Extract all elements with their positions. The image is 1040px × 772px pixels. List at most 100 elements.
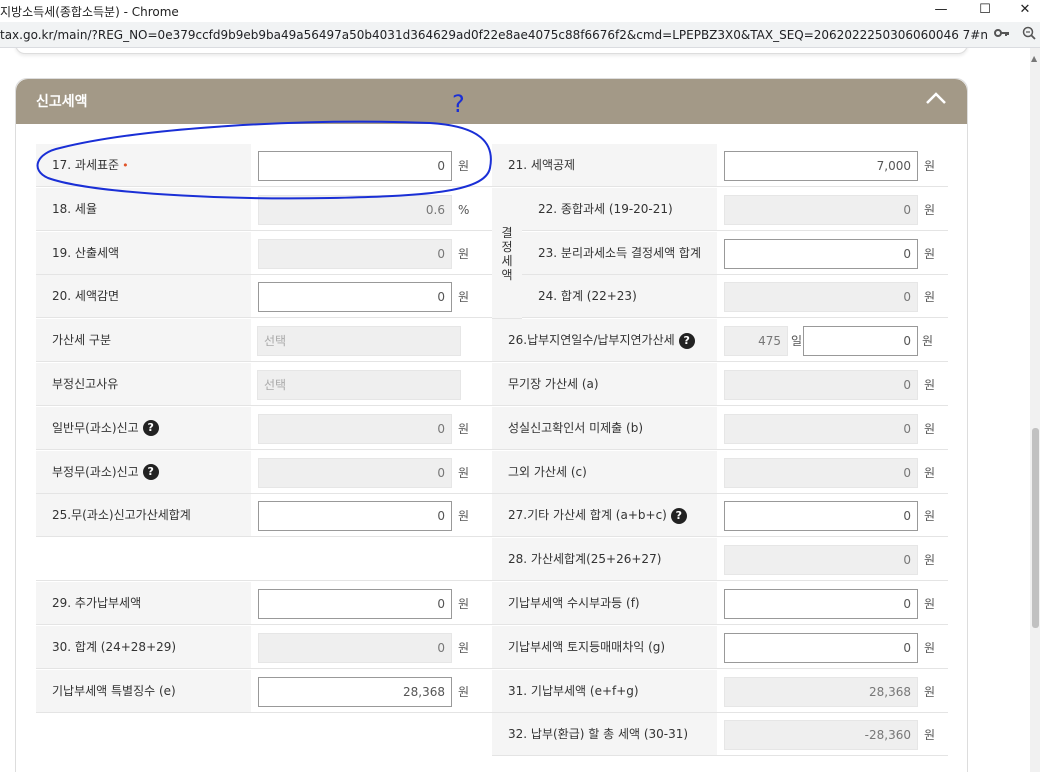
- unit-won: 원: [458, 246, 470, 261]
- left-field-8-value: 0: [258, 457, 452, 488]
- unit-won: 원: [924, 597, 936, 611]
- field-label-right-13: 31. 기납부세액 (e+f+g): [492, 669, 717, 713]
- field-label-text: 가산세 구분: [52, 333, 112, 348]
- field-label-right-1: 21. 세액공제: [492, 144, 717, 187]
- help-icon[interactable]: ?: [678, 332, 695, 349]
- required-marker: •: [122, 159, 129, 172]
- key-icon[interactable]: [994, 27, 1010, 43]
- right-field-9-input[interactable]: 0: [724, 501, 918, 532]
- unit-won: 원: [922, 334, 934, 349]
- field-label-text: 24. 합계 (22+23): [538, 289, 637, 304]
- field-label-text: 그외 가산세 (c): [508, 464, 587, 479]
- unit-won: 원: [458, 684, 470, 699]
- right-field-3-input[interactable]: 0: [724, 238, 918, 269]
- section-title: 신고세액: [36, 94, 88, 110]
- unit-won: 원: [924, 202, 936, 217]
- right-field-7-value: 0: [724, 413, 918, 444]
- field-label-right-7: 성실신고확인서 미제출 (b): [492, 406, 717, 450]
- late-days-field: 475: [724, 326, 788, 357]
- help-icon[interactable]: ?: [670, 507, 687, 524]
- group-label-char: 결: [501, 225, 513, 240]
- unit-won: 원: [924, 465, 936, 480]
- field-label-text: 무기장 가산세 (a): [508, 377, 599, 391]
- left-field-4-input[interactable]: 0: [258, 282, 452, 313]
- collapse-chevron-icon[interactable]: [921, 89, 951, 113]
- field-label-text: 28. 가산세합계(25+26+27): [508, 552, 662, 567]
- field-label-right-5: 26.납부지연일수/납부지연가산세?: [492, 319, 717, 363]
- determined-tax-group-label: 결정세액: [492, 187, 522, 320]
- tax-amount-section: 신고세액 17. 과세표준 • 0 원 18. 세율 0.6% 19. 산출세액 0 원 20. …: [15, 78, 968, 772]
- url-text[interactable]: tax.go.kr/main/?REG_NO=0e379ccfd9b9eb9ba…: [0, 28, 988, 42]
- unit-won: 원: [924, 290, 936, 305]
- field-label-right-14: 32. 납부(환급) 할 총 세액 (30-31): [492, 713, 717, 757]
- field-label-right-8: 그외 가산세 (c): [492, 450, 717, 494]
- section-header[interactable]: 신고세액: [16, 79, 967, 124]
- unit-won: 원: [924, 509, 936, 524]
- field-label-right-6: 무기장 가산세 (a): [492, 363, 717, 406]
- right-field-13-value: 28,368: [724, 676, 918, 707]
- field-label-text: 성실신고확인서 미제출 (b): [508, 420, 644, 435]
- field-label-right-12: 기납부세액 토지등매매차익 (g): [492, 625, 717, 669]
- left-field-7-value: 0: [258, 413, 452, 444]
- address-bar[interactable]: tax.go.kr/main/?REG_NO=0e379ccfd9b9eb9ba…: [0, 22, 1040, 48]
- field-label-left-8: 부정무(과소)신고?: [36, 450, 251, 494]
- field-label-text: 기납부세액 수시부과등 (f): [508, 596, 640, 610]
- right-field-1-input[interactable]: 7,000: [724, 151, 918, 181]
- empty-cell: [36, 538, 492, 582]
- group-label-char: 세: [501, 253, 513, 268]
- field-label-left-9: 25.무(과소)신고가산세합계: [36, 494, 251, 538]
- right-field-8-value: 0: [724, 457, 918, 488]
- previous-section-edge: [15, 48, 968, 54]
- left-field-3-value: 0: [258, 238, 452, 269]
- field-label-left-5: 가산세 구분: [36, 319, 251, 363]
- field-label-right-3: 23. 분리과세소득 결정세액 합계: [522, 231, 717, 275]
- late-penalty-input[interactable]: 0: [803, 326, 918, 357]
- right-field-4-value: 0: [724, 282, 918, 313]
- left-field-2-value: 0.6: [258, 194, 452, 225]
- field-label-text: 20. 세액감면: [52, 289, 120, 304]
- field-label-text: 일반무(과소)신고: [52, 420, 139, 435]
- group-label-char: 정: [501, 239, 513, 254]
- left-field-5-select[interactable]: 선택: [257, 326, 461, 357]
- zoom-icon[interactable]: [1022, 26, 1036, 44]
- field-label-text: 30. 합계 (24+28+29): [52, 639, 177, 654]
- unit-won: 원: [458, 640, 470, 655]
- close-button[interactable]: ✕: [1002, 0, 1040, 22]
- right-field-2-value: 0: [724, 194, 918, 225]
- field-label-left-1: 17. 과세표준 •: [36, 144, 251, 187]
- scroll-up-icon[interactable]: ▲: [1031, 54, 1037, 63]
- unit-won: 원: [924, 378, 936, 392]
- field-label-left-12: 기납부세액 특별징수 (e): [36, 669, 251, 713]
- left-field-12-input[interactable]: 28,368: [258, 676, 452, 707]
- field-label-left-2: 18. 세율: [36, 187, 251, 231]
- field-label-text: 27.기타 가산세 합계 (a+b+c): [508, 508, 667, 523]
- right-field-12-input[interactable]: 0: [724, 632, 918, 663]
- left-field-9-input[interactable]: 0: [258, 501, 452, 532]
- help-icon[interactable]: ?: [142, 464, 159, 481]
- unit-won: 원: [924, 728, 936, 743]
- page-content: 신고세액 17. 과세표준 • 0 원 18. 세율 0.6% 19. 산출세액 0 원 20. …: [0, 48, 1030, 772]
- minimize-button[interactable]: —: [918, 0, 964, 22]
- unit-won: 원: [458, 509, 470, 524]
- unit-won: 원: [924, 684, 936, 699]
- help-icon[interactable]: ?: [142, 420, 159, 437]
- right-field-11-input[interactable]: 0: [724, 589, 918, 619]
- field-label-text: 26.납부지연일수/납부지연가산세: [508, 333, 675, 348]
- unit-percent: %: [458, 202, 470, 217]
- field-label-left-11: 30. 합계 (24+28+29): [36, 625, 251, 669]
- field-label-right-2: 22. 종합과세 (19-20-21): [522, 187, 717, 231]
- left-field-6-select[interactable]: 선택: [257, 370, 461, 400]
- empty-cell: [36, 713, 492, 757]
- right-field-6-value: 0: [724, 370, 918, 400]
- left-field-1-input[interactable]: 0: [258, 151, 452, 181]
- unit-won: 원: [924, 159, 936, 173]
- field-label-left-3: 19. 산출세액: [36, 231, 251, 275]
- scroll-thumb[interactable]: [1032, 428, 1039, 628]
- field-label-text: 부정신고사유: [52, 377, 119, 391]
- left-field-10-input[interactable]: 0: [258, 589, 452, 619]
- unit-won: 원: [458, 159, 470, 173]
- page-scrollbar[interactable]: ▲: [1030, 48, 1040, 772]
- field-label-left-10: 29. 추가납부세액: [36, 582, 251, 625]
- field-label-text: 31. 기납부세액 (e+f+g): [508, 683, 639, 698]
- field-label-text: 기납부세액 토지등매매차익 (g): [508, 639, 666, 654]
